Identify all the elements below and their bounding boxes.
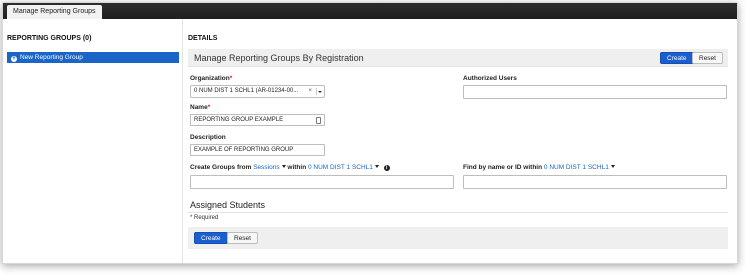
create-button[interactable]: Create [660, 52, 694, 64]
assigned-students-title: Assigned Students [190, 200, 266, 210]
required-note: * Required [190, 215, 219, 221]
footer-reset-button[interactable]: Reset [227, 232, 258, 244]
description-input[interactable]: EXAMPLE OF REPORTING GROUP [190, 144, 325, 156]
find-within-dropdown[interactable]: 0 NUM DIST 1 SCHL1 [544, 164, 615, 171]
create-within-dropdown[interactable]: 0 NUM DIST 1 SCHL1 [308, 164, 379, 171]
clear-icon[interactable]: × [308, 86, 312, 97]
plus-circle-icon: + [11, 56, 17, 62]
panel-title: Manage Reporting Groups By Registration [194, 53, 364, 63]
caret-down-icon [610, 165, 615, 168]
sidebar-item-new-reporting-group[interactable]: + New Reporting Group [7, 52, 179, 63]
panel-header: Manage Reporting Groups By Registration … [188, 49, 728, 67]
chevron-down-icon[interactable] [316, 88, 322, 95]
sidebar-title: REPORTING GROUPS (0) [7, 35, 92, 42]
divider [188, 212, 728, 213]
caret-down-icon [374, 165, 379, 168]
document-icon [316, 117, 321, 124]
tab-manage-reporting-groups[interactable]: Manage Reporting Groups [7, 5, 102, 19]
sidebar: REPORTING GROUPS (0) + New Reporting Grou… [3, 19, 183, 263]
create-groups-input[interactable] [190, 175, 454, 189]
info-icon[interactable]: i [383, 165, 390, 171]
footer-bar: Create Reset [188, 227, 728, 249]
name-input[interactable]: REPORTING GROUP EXAMPLE [190, 114, 325, 126]
details-title: DETAILS [188, 35, 218, 42]
reset-button[interactable]: Reset [692, 52, 723, 64]
organization-select[interactable]: 0 NUM DIST 1 SCHL1 (AR-01234-00... × [190, 85, 325, 98]
details-pane: DETAILS Manage Reporting Groups By Regis… [188, 19, 733, 263]
sessions-dropdown[interactable]: Sessions [253, 164, 286, 171]
footer-create-button[interactable]: Create [194, 232, 228, 244]
sidebar-item-label: New Reporting Group [20, 54, 83, 61]
name-value: REPORTING GROUP EXAMPLE [194, 117, 284, 123]
top-bar: Manage Reporting Groups [3, 3, 737, 19]
name-label: Name* [190, 104, 211, 111]
find-input[interactable] [463, 175, 727, 189]
authorized-users-label: Authorized Users [463, 75, 517, 82]
app-window: Manage Reporting Groups REPORTING GROUPS… [2, 2, 738, 264]
find-label: Find by name or ID within 0 NUM DIST 1 S… [463, 164, 615, 171]
authorized-users-input[interactable] [463, 85, 727, 99]
organization-value: 0 NUM DIST 1 SCHL1 (AR-01234-00... [194, 88, 299, 94]
caret-down-icon [281, 165, 286, 168]
description-label: Description [190, 134, 226, 141]
organization-label: Organization* [190, 75, 233, 82]
create-groups-label: Create Groups from Sessions within 0 NUM… [190, 164, 390, 171]
